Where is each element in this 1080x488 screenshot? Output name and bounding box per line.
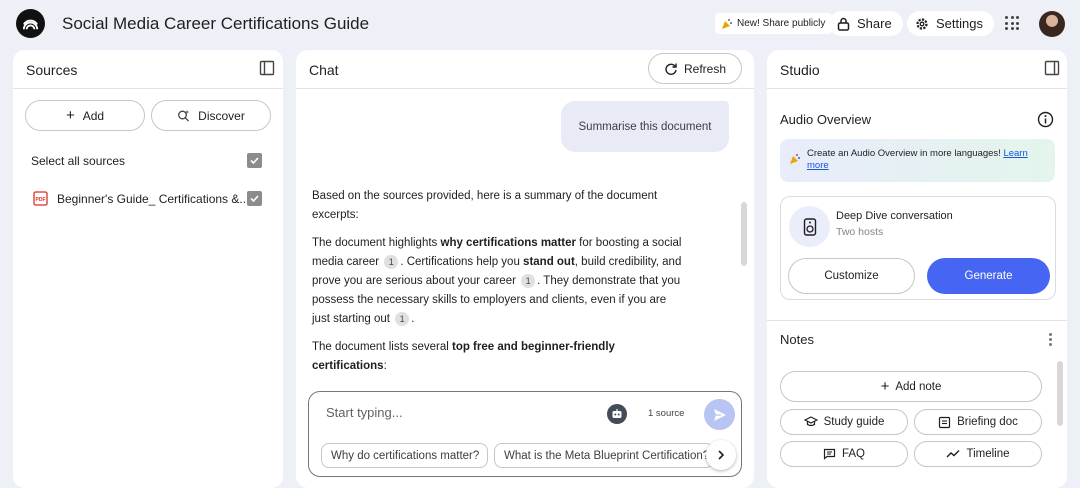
answer-paragraph: Based on the sources provided, here is a… (312, 190, 658, 221)
refresh-button[interactable]: Refresh (648, 53, 742, 84)
deep-dive-title: Deep Dive conversation (836, 210, 953, 222)
studio-scrollbar[interactable] (1057, 361, 1063, 426)
deep-dive-card: Deep Dive conversation Two hosts Customi… (780, 196, 1056, 300)
collapse-panel-icon[interactable] (1044, 60, 1060, 76)
deep-dive-subtitle: Two hosts (836, 226, 884, 238)
discover-label: Discover (198, 108, 245, 123)
customize-button[interactable]: Customize (788, 258, 915, 294)
suggestion-chip[interactable]: Why do certifications matter? (321, 443, 488, 468)
more-options-icon[interactable] (1049, 333, 1052, 348)
lock-icon (837, 17, 850, 31)
citation-chip[interactable]: 1 (521, 273, 536, 288)
source-count: 1 source (648, 408, 685, 419)
briefing-doc-button[interactable]: Briefing doc (914, 409, 1042, 435)
share-label: Share (857, 16, 892, 31)
section-divider (767, 320, 1067, 321)
sources-panel: Sources + Add Discover Select all source… (13, 50, 283, 488)
notes-title: Notes (780, 332, 814, 347)
party-popper-icon (790, 154, 800, 164)
select-all-checkbox[interactable] (247, 153, 262, 168)
chat-input-box: 1 source Why do certifications matter? W… (308, 391, 742, 477)
gear-icon (916, 17, 928, 30)
refresh-icon (665, 63, 677, 75)
timeline-button[interactable]: Timeline (914, 441, 1042, 467)
faq-icon (823, 448, 836, 460)
timeline-label: Timeline (966, 448, 1010, 460)
notebook-title[interactable]: Social Media Career Certifications Guide (62, 14, 369, 34)
checkmark-icon (250, 157, 259, 165)
discover-button[interactable]: Discover (151, 100, 271, 131)
study-guide-button[interactable]: Study guide (780, 409, 908, 435)
avatar[interactable] (1039, 11, 1065, 37)
faq-button[interactable]: FAQ (780, 441, 908, 467)
chat-title: Chat (309, 62, 339, 78)
speaker-icon (789, 206, 830, 247)
chat-panel: Chat Refresh Summarise this document Bas… (296, 50, 754, 488)
add-source-label: Add (82, 108, 105, 123)
user-message-bubble: Summarise this document (561, 101, 729, 152)
plus-icon: + (65, 107, 75, 124)
info-icon[interactable] (1037, 111, 1054, 128)
audio-overview-title: Audio Overview (780, 112, 872, 127)
pdf-icon-label: PDF (36, 197, 46, 203)
chat-header: Chat Refresh (296, 50, 754, 89)
apps-grid-icon[interactable] (1005, 16, 1019, 30)
share-publicly-badge[interactable]: New! Share publicly (715, 13, 833, 34)
banner-text: Create an Audio Overview in more languag… (807, 148, 1028, 171)
faq-label: FAQ (841, 448, 865, 460)
source-item-checkbox[interactable] (247, 191, 262, 206)
add-note-button[interactable]: + Add note (780, 371, 1042, 402)
send-icon (713, 408, 726, 421)
generate-button[interactable]: Generate (927, 258, 1050, 294)
party-popper-icon (722, 18, 732, 29)
briefing-doc-label: Briefing doc (957, 416, 1018, 428)
audio-language-banner: Create an Audio Overview in more languag… (780, 139, 1055, 182)
discover-search-icon (178, 110, 190, 122)
answer-paragraph: The document lists several top free and … (312, 341, 615, 372)
studio-header: Studio (767, 50, 1067, 89)
chat-scrollbar[interactable] (741, 202, 747, 266)
assistant-answer: Based on the sources provided, here is a… (312, 187, 682, 385)
chevron-right-icon (718, 450, 725, 460)
citation-chip[interactable]: 1 (395, 311, 410, 326)
settings-label: Settings (936, 16, 983, 31)
pdf-icon: PDF (33, 191, 48, 206)
answer-paragraph: The document highlights why certificatio… (312, 237, 682, 326)
briefing-doc-icon (939, 416, 951, 428)
study-guide-label: Study guide (823, 416, 885, 428)
checkmark-icon (250, 195, 259, 203)
settings-button[interactable]: Settings (907, 11, 994, 36)
refresh-label: Refresh (683, 61, 727, 76)
timeline-icon (946, 450, 960, 458)
sources-title: Sources (26, 62, 78, 78)
citation-chip[interactable]: 1 (384, 254, 399, 269)
select-all-label: Select all sources (31, 154, 126, 168)
robot-icon[interactable] (607, 404, 627, 424)
share-publicly-label: New! Share publicly (737, 18, 826, 29)
add-note-label: Add note (895, 380, 942, 393)
next-suggestions-button[interactable] (706, 440, 736, 470)
suggestion-chip[interactable]: What is the Meta Blueprint Certification… (494, 443, 714, 468)
plus-icon: + (880, 378, 890, 395)
graduation-cap-icon (803, 416, 818, 427)
share-button[interactable]: Share (829, 11, 903, 36)
studio-panel: Studio Audio Overview Create an Audio Ov… (767, 50, 1067, 488)
source-item-label: Beginner's Guide_ Certifications &... (57, 192, 250, 206)
chat-input[interactable] (326, 405, 586, 420)
studio-title: Studio (780, 62, 820, 78)
top-bar: Social Media Career Certifications Guide… (0, 0, 1080, 48)
notebook-logo-icon[interactable] (16, 9, 45, 38)
collapse-panel-icon[interactable] (259, 60, 275, 76)
send-button[interactable] (704, 399, 735, 430)
sources-header: Sources (13, 50, 283, 89)
add-source-button[interactable]: + Add (25, 100, 145, 131)
